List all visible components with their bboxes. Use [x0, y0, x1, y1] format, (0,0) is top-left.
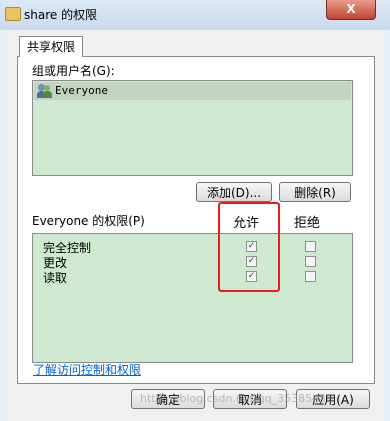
- list-item[interactable]: Everyone: [34, 82, 351, 100]
- permissions-header: Everyone 的权限(P): [32, 214, 145, 228]
- highlight-annotation: [218, 202, 280, 292]
- deny-column-header: 拒绝: [294, 216, 321, 231]
- tab-panel: 组或用户名(G): Everyone 添加(D)... 删除(R) Everyo…: [17, 56, 375, 384]
- folder-icon: [5, 7, 21, 21]
- title-bar: share 的权限 X: [0, 0, 390, 30]
- list-item-label: Everyone: [55, 84, 108, 97]
- watermark: https://blog.csdn.net/qq_35385458: [140, 392, 334, 405]
- deny-change-checkbox[interactable]: [305, 256, 316, 267]
- groups-listbox[interactable]: Everyone: [32, 80, 353, 176]
- add-button[interactable]: 添加(D)...: [196, 182, 272, 202]
- dialog-client: 共享权限 组或用户名(G): Everyone 添加(D)... 删除(R) E…: [7, 30, 383, 421]
- tab-share-permissions[interactable]: 共享权限: [19, 36, 83, 57]
- window-title: share 的权限: [24, 8, 98, 22]
- deny-read-checkbox[interactable]: [305, 271, 316, 282]
- permission-read: 读取: [43, 271, 68, 285]
- close-button[interactable]: X: [326, 0, 376, 20]
- groups-label: 组或用户名(G):: [32, 64, 115, 78]
- deny-full-control-checkbox[interactable]: [305, 241, 316, 252]
- remove-button[interactable]: 删除(R): [279, 182, 351, 202]
- user-group-icon: [37, 84, 53, 98]
- access-control-help-link[interactable]: 了解访问控制和权限: [33, 361, 141, 378]
- permissions-list: 完全控制 更改 读取 ✓ ✓ ✓: [32, 233, 353, 363]
